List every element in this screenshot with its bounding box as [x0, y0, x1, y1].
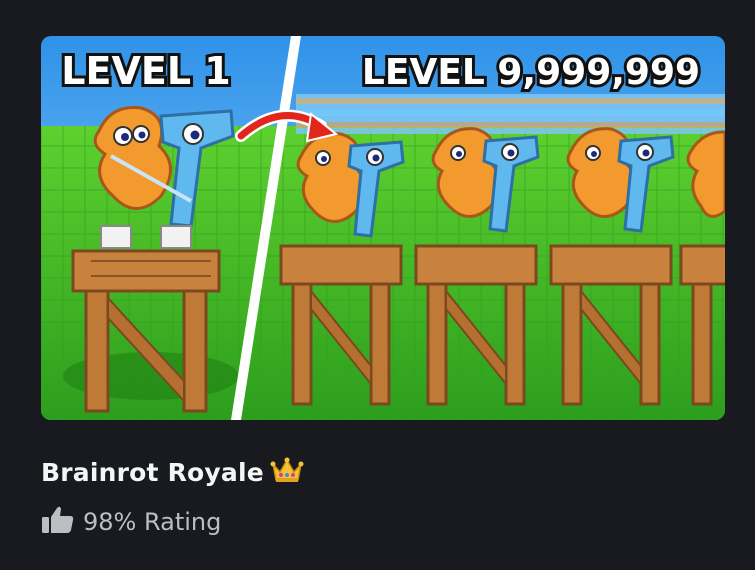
thumbs-up-icon: [41, 505, 75, 539]
game-title-row[interactable]: Brainrot Royale: [41, 452, 304, 492]
rating-row: 98% Rating: [41, 502, 221, 542]
rating-text: 98% Rating: [83, 508, 222, 536]
game-card[interactable]: LEVEL 1 LEVEL 9,999,999 Brainrot Royale: [0, 0, 755, 570]
game-thumbnail[interactable]: LEVEL 1 LEVEL 9,999,999: [41, 36, 725, 420]
crown-icon: [270, 456, 304, 488]
level-1-label: LEVEL 1: [61, 49, 230, 93]
game-title[interactable]: Brainrot Royale: [41, 458, 264, 487]
distant-characters: [296, 94, 725, 134]
level-max-label: LEVEL 9,999,999: [362, 52, 700, 93]
